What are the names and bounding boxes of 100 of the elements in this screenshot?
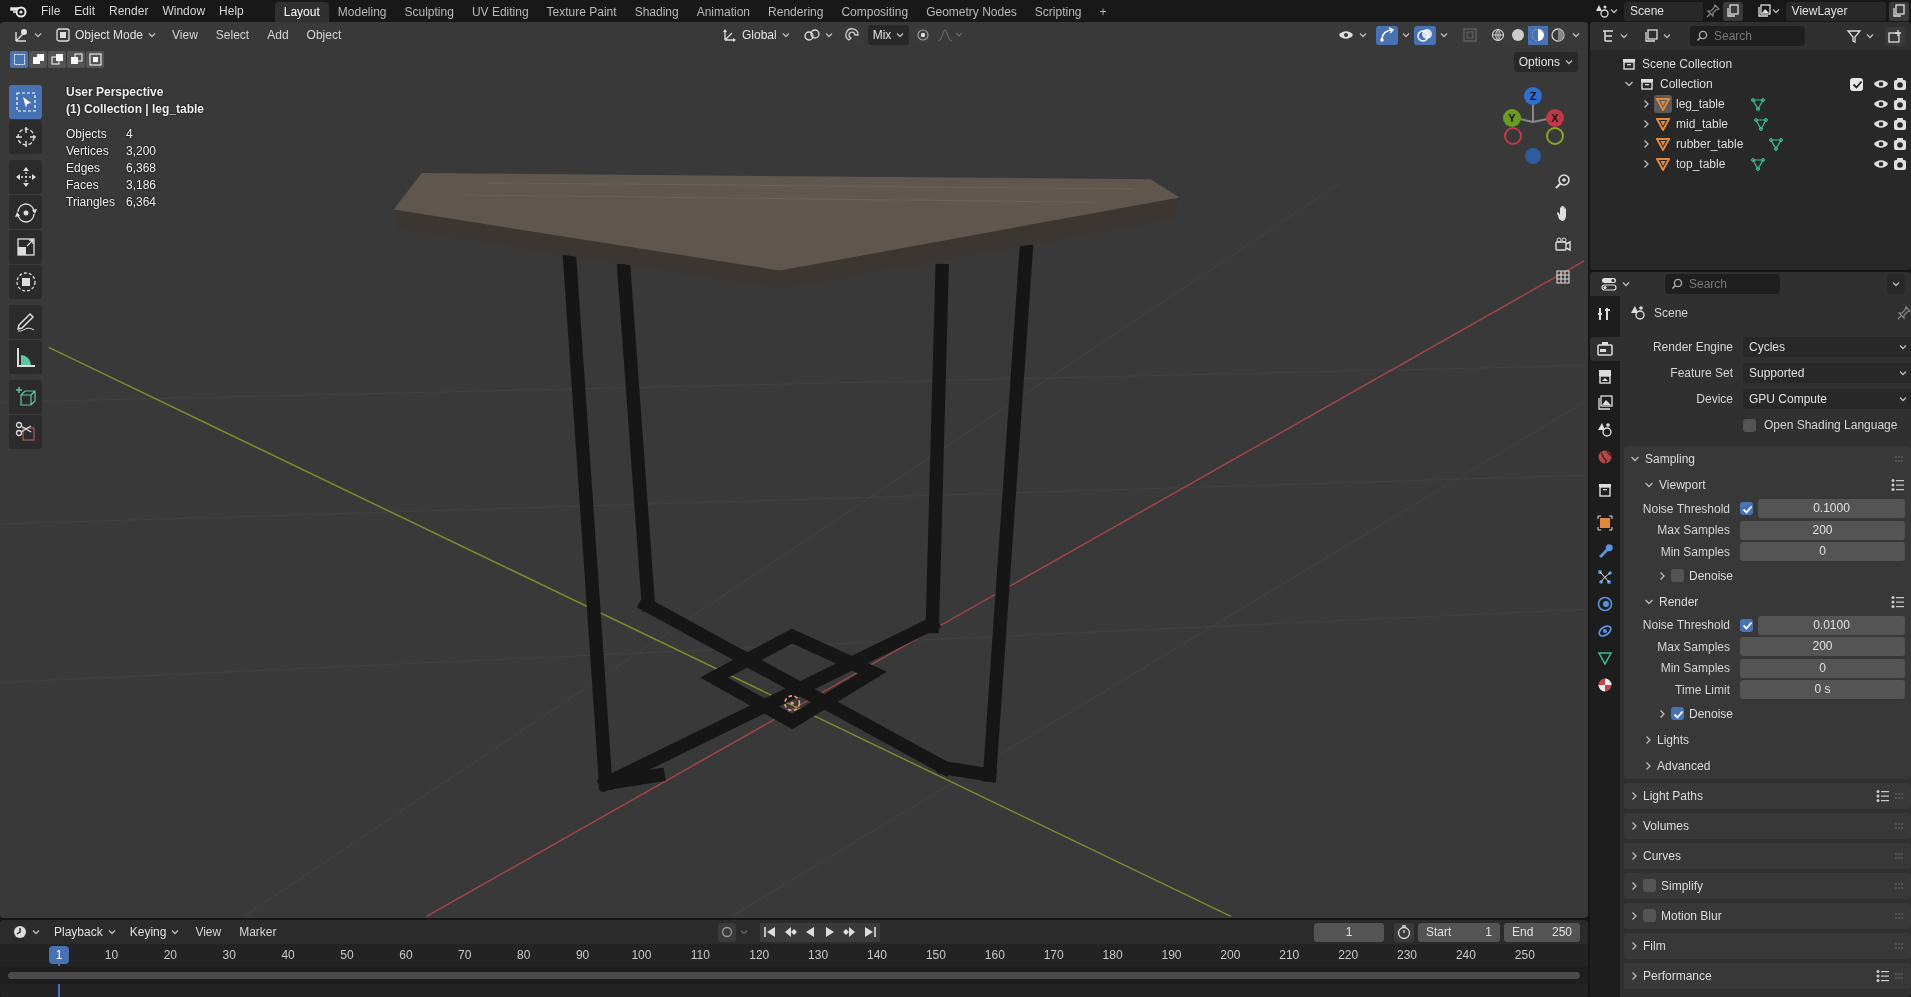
tool-button[interactable]: [9, 380, 42, 414]
pin-icon[interactable]: [1705, 4, 1720, 18]
tool-button[interactable]: [9, 340, 42, 374]
eye-icon[interactable]: [1873, 97, 1889, 111]
tool-button[interactable]: [9, 195, 42, 229]
selection-mode-button[interactable]: [67, 50, 85, 68]
dropdown-field[interactable]: Supported: [1743, 363, 1911, 383]
mode-dropdown[interactable]: Object Mode: [51, 25, 162, 45]
tool-button[interactable]: [9, 415, 42, 449]
axis-handle[interactable]: [1525, 148, 1541, 164]
mesh-data-icon[interactable]: [1750, 97, 1765, 111]
camera-icon[interactable]: [1893, 137, 1907, 151]
checkbox[interactable]: [1743, 418, 1756, 432]
duplicate-view-layer-button[interactable]: [1889, 1, 1909, 21]
presets-icon[interactable]: [1876, 968, 1890, 983]
outliner-item-label[interactable]: Scene Collection: [1642, 55, 1733, 73]
eye-icon[interactable]: [1873, 157, 1889, 171]
drag-handle-icon[interactable]: [1895, 455, 1905, 463]
workspace-tab[interactable]: Rendering: [759, 2, 833, 22]
checkbox[interactable]: [1643, 909, 1656, 922]
mesh-data-icon[interactable]: [1754, 117, 1769, 131]
menu-dropdown[interactable]: Playback: [49, 922, 121, 942]
mesh-data-icon[interactable]: [1769, 137, 1784, 151]
panel-title[interactable]: Curves: [1643, 846, 1681, 865]
view-layer-name-field[interactable]: ViewLayer: [1785, 1, 1886, 21]
axis-handle[interactable]: X: [1546, 109, 1564, 127]
eye-icon[interactable]: [1873, 117, 1889, 131]
workspace-tab[interactable]: UV Editing: [462, 2, 538, 22]
dropdown-field[interactable]: GPU Compute: [1743, 389, 1911, 409]
axis-handle[interactable]: Y: [1503, 109, 1521, 127]
orientation-dropdown[interactable]: Global: [717, 25, 795, 45]
menu-item[interactable]: Add: [260, 25, 296, 45]
drag-handle-icon[interactable]: [1895, 971, 1905, 980]
drag-handle-icon[interactable]: [1895, 791, 1905, 800]
panel-title[interactable]: Viewport: [1659, 476, 1706, 494]
camera-icon[interactable]: [1893, 77, 1907, 91]
add-workspace-button[interactable]: +: [1090, 2, 1116, 22]
current-frame-field[interactable]: 1: [1314, 922, 1384, 942]
menu-item[interactable]: Marker: [232, 922, 284, 942]
snap-target-dropdown[interactable]: Mix: [867, 25, 910, 45]
menu-item[interactable]: View: [188, 922, 229, 942]
xray-toggle-button[interactable]: [1460, 25, 1480, 45]
number-field[interactable]: 0.0100: [1758, 615, 1905, 635]
outliner-item-label[interactable]: leg_table: [1676, 95, 1725, 113]
search-field[interactable]: Search: [1665, 274, 1780, 294]
gizmo-toggle-button[interactable]: [1376, 25, 1398, 45]
panel-title[interactable]: Denoise: [1689, 566, 1734, 585]
panel-title[interactable]: Volumes: [1643, 816, 1690, 835]
playback-button[interactable]: [759, 922, 780, 942]
eye-icon[interactable]: [1873, 137, 1889, 151]
number-field[interactable]: 0: [1740, 658, 1905, 678]
presets-icon[interactable]: [1891, 478, 1905, 492]
object-icon[interactable]: [1654, 95, 1672, 113]
outliner-item-label[interactable]: mid_table: [1676, 115, 1729, 133]
panel-title[interactable]: Film: [1643, 936, 1666, 955]
number-field[interactable]: 0.1000: [1758, 499, 1905, 519]
workspace-tab[interactable]: Layout: [274, 2, 329, 22]
drag-handle-icon[interactable]: [1895, 941, 1905, 950]
scene-name-field[interactable]: Scene: [1624, 1, 1703, 21]
drag-handle-icon[interactable]: [1895, 821, 1905, 830]
panel-title[interactable]: Advanced: [1657, 756, 1711, 775]
preview-range-button[interactable]: [1394, 922, 1414, 942]
menu-item[interactable]: Object: [299, 25, 349, 45]
panel-title[interactable]: Motion Blur: [1661, 906, 1722, 925]
panel-title[interactable]: Sampling: [1645, 450, 1696, 468]
end-frame-field[interactable]: End 250: [1504, 922, 1580, 942]
checkbox[interactable]: [1740, 502, 1753, 516]
drag-handle-icon[interactable]: [1895, 881, 1905, 890]
panel-title[interactable]: Render: [1659, 592, 1699, 611]
presets-icon[interactable]: [1876, 788, 1890, 803]
panel-title[interactable]: Lights: [1657, 730, 1690, 749]
checkbox[interactable]: [1643, 879, 1656, 892]
workspace-tab[interactable]: Texture Paint: [537, 2, 626, 22]
object-icon[interactable]: [1654, 115, 1672, 133]
duplicate-scene-button[interactable]: [1722, 1, 1743, 21]
shading-mode-button[interactable]: [1528, 25, 1548, 45]
drag-handle-icon[interactable]: [1895, 911, 1905, 920]
outliner-item-label[interactable]: Collection: [1660, 75, 1713, 93]
new-collection-button[interactable]: [1885, 26, 1905, 46]
menu-item[interactable]: Help: [212, 1, 251, 21]
checkbox[interactable]: [1671, 707, 1684, 720]
playback-button[interactable]: [859, 922, 880, 942]
camera-icon[interactable]: [1893, 117, 1907, 131]
number-field[interactable]: 0 s: [1740, 680, 1905, 700]
tool-button[interactable]: [9, 160, 42, 194]
workspace-tab[interactable]: Scripting: [1025, 2, 1091, 22]
object-icon[interactable]: [1654, 135, 1672, 153]
menu-item[interactable]: Edit: [67, 1, 103, 21]
workspace-tab[interactable]: Compositing: [832, 2, 918, 22]
tool-button[interactable]: [9, 230, 42, 264]
overlay-toggle-button[interactable]: [1414, 25, 1436, 45]
checkbox[interactable]: [1850, 77, 1863, 91]
tool-button[interactable]: [9, 120, 42, 154]
options-dropdown[interactable]: [1887, 274, 1905, 294]
panel-title[interactable]: Performance: [1643, 966, 1712, 985]
menu-item[interactable]: Select: [208, 25, 257, 45]
menu-item[interactable]: Render: [102, 1, 156, 21]
dropdown-field[interactable]: Cycles: [1743, 337, 1911, 357]
auto-keying-button[interactable]: [717, 922, 736, 942]
menu-item[interactable]: View: [165, 25, 205, 45]
